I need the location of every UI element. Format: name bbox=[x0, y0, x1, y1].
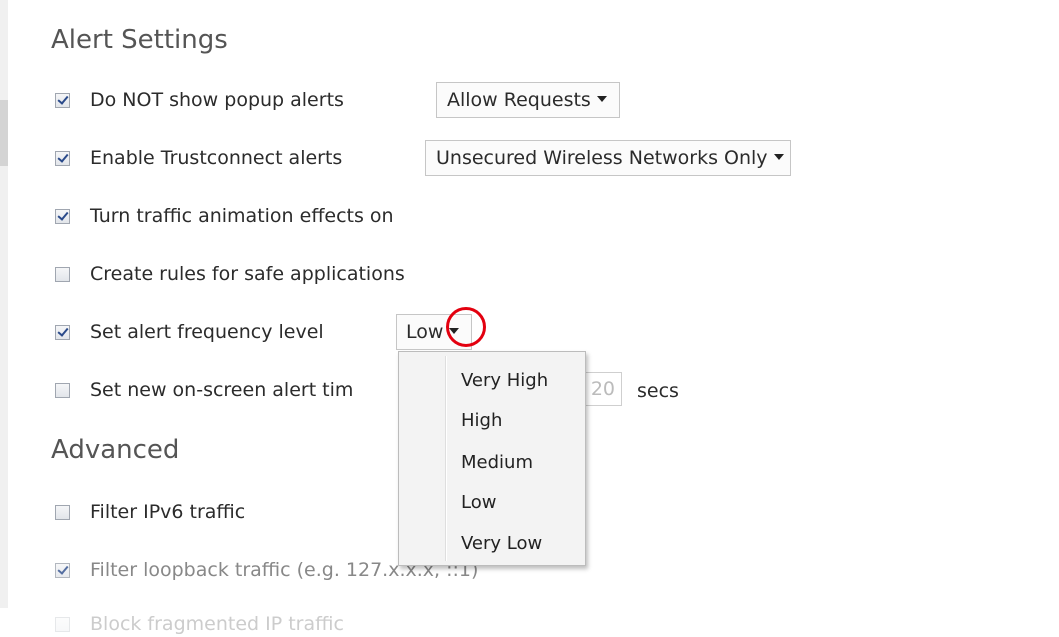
enable-trustconnect-checkbox[interactable] bbox=[55, 151, 70, 166]
popup-alerts-dropdown[interactable]: Allow Requests bbox=[436, 82, 620, 118]
alert-frequency-dropdown-value: Low bbox=[406, 321, 444, 343]
popup-alerts-dropdown-value: Allow Requests bbox=[447, 89, 591, 111]
do-not-show-popup-checkbox[interactable] bbox=[55, 93, 70, 108]
alert-settings-title: Alert Settings bbox=[51, 25, 228, 55]
enable-trustconnect-label: Enable Trustconnect alerts bbox=[90, 147, 343, 169]
chevron-down-icon bbox=[596, 95, 607, 102]
menu-item-high[interactable]: High bbox=[461, 410, 502, 432]
advanced-title: Advanced bbox=[51, 435, 180, 465]
chevron-down-icon bbox=[773, 153, 784, 160]
alert-frequency-menu: Very High High Medium Low Very Low bbox=[398, 351, 586, 566]
menu-item-very-high[interactable]: Very High bbox=[461, 370, 548, 392]
create-rules-label: Create rules for safe applications bbox=[90, 263, 405, 285]
left-panel-edge bbox=[0, 0, 8, 608]
menu-item-medium[interactable]: Medium bbox=[461, 452, 533, 474]
create-rules-checkbox[interactable] bbox=[55, 267, 70, 282]
alert-frequency-checkbox[interactable] bbox=[55, 325, 70, 340]
highlight-circle-annotation bbox=[446, 307, 486, 347]
menu-item-low[interactable]: Low bbox=[461, 492, 496, 514]
trustconnect-dropdown[interactable]: Unsecured Wireless Networks Only bbox=[425, 140, 791, 176]
left-scrollbar-thumb[interactable] bbox=[0, 100, 8, 166]
filter-ipv6-label: Filter IPv6 traffic bbox=[90, 501, 246, 523]
alert-timeout-unit: secs bbox=[637, 380, 679, 402]
do-not-show-popup-label: Do NOT show popup alerts bbox=[90, 89, 344, 111]
alert-timeout-checkbox[interactable] bbox=[55, 383, 70, 398]
traffic-animation-label: Turn traffic animation effects on bbox=[90, 205, 394, 227]
filter-ipv6-checkbox[interactable] bbox=[55, 505, 70, 520]
block-fragmented-label: Block fragmented IP traffic bbox=[90, 613, 344, 635]
traffic-animation-checkbox[interactable] bbox=[55, 209, 70, 224]
trustconnect-dropdown-value: Unsecured Wireless Networks Only bbox=[436, 147, 768, 169]
filter-loopback-checkbox[interactable] bbox=[55, 563, 70, 578]
menu-item-very-low[interactable]: Very Low bbox=[461, 533, 542, 555]
alert-timeout-label: Set new on-screen alert tim bbox=[90, 379, 354, 401]
menu-gutter bbox=[445, 356, 447, 561]
alert-frequency-label: Set alert frequency level bbox=[90, 321, 324, 343]
